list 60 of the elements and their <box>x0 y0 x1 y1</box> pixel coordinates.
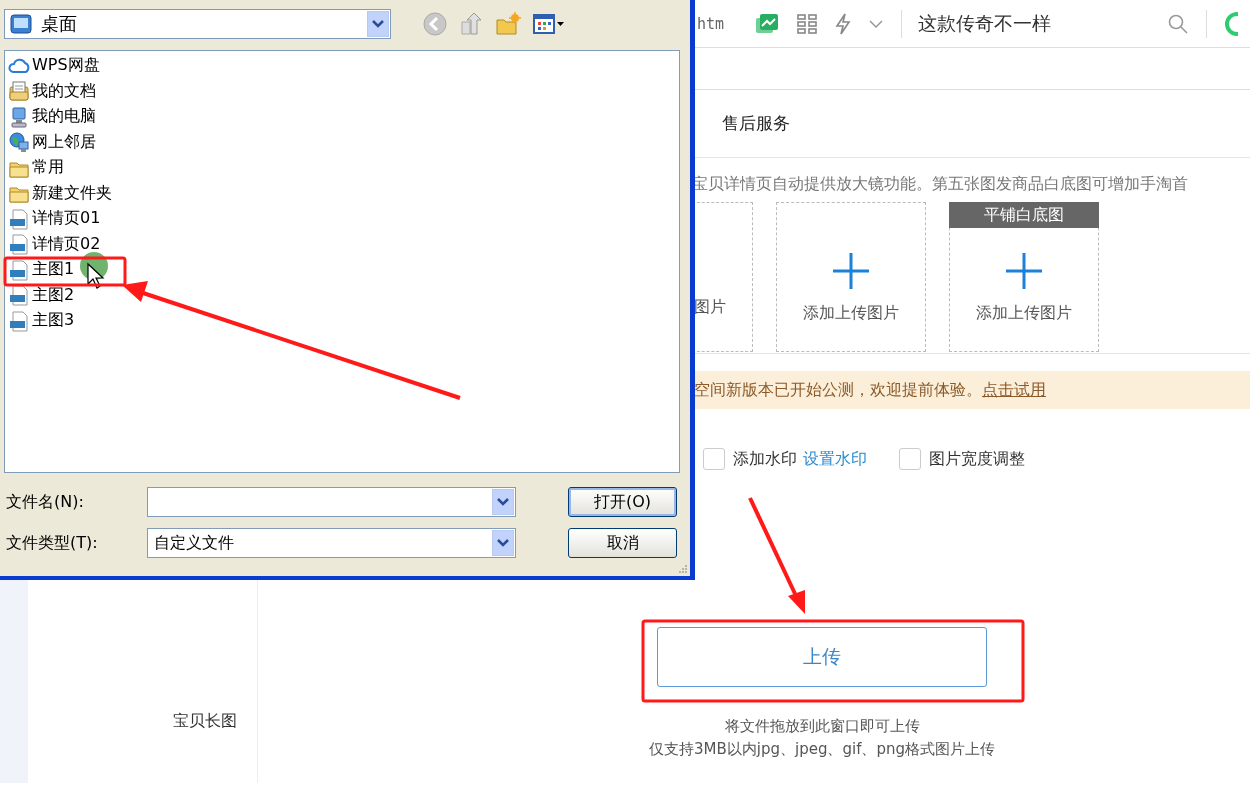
image-file-icon <box>8 284 30 307</box>
upload-hint: 仅支持3MB以内jpg、jpeg、gif、png格式图片上传 <box>649 739 995 760</box>
image-file-icon <box>8 233 30 256</box>
file-item[interactable]: 新建文件夹 <box>8 180 112 206</box>
file-item[interactable]: 详情页02 <box>8 231 101 257</box>
try-link[interactable]: 点击试用 <box>982 379 1046 399</box>
file-item[interactable]: 常用 <box>8 155 64 181</box>
checkbox[interactable] <box>703 448 725 470</box>
section-tab[interactable]: 售后服务 <box>722 112 790 135</box>
chevron-down-icon[interactable] <box>869 19 883 28</box>
back-icon[interactable] <box>423 12 447 36</box>
resize-grip-icon[interactable] <box>678 564 688 574</box>
computer-icon <box>8 105 30 128</box>
file-item[interactable]: 我的文档 <box>8 78 96 104</box>
search-icon[interactable] <box>1168 13 1188 34</box>
globe-icon <box>8 131 30 154</box>
image-file-icon <box>8 258 30 281</box>
row-label: 宝贝长图 <box>173 711 237 732</box>
chevron-down-icon <box>372 20 384 28</box>
chevron-down-icon <box>497 539 509 547</box>
grid-icon[interactable] <box>797 13 817 34</box>
checkbox[interactable] <box>899 448 921 470</box>
field-label: 文件类型(T): <box>6 532 99 554</box>
upload-hint: 将文件拖放到此窗口即可上传 <box>724 716 920 737</box>
file-item[interactable]: 主图3 <box>8 308 75 334</box>
file-name-field[interactable] <box>147 487 516 517</box>
notice-text: 空间新版本已开始公测，欢迎提前体验。点击试用 <box>694 379 1046 401</box>
field-label: 文件名(N): <box>6 491 85 513</box>
open-button[interactable]: 打开(O) <box>568 487 677 517</box>
image-file-icon <box>8 207 30 230</box>
file-type-dropdown[interactable]: 自定义文件 <box>147 528 516 558</box>
url-text: htm <box>697 14 726 33</box>
upload-button[interactable]: 上传 <box>657 627 987 687</box>
cancel-button[interactable]: 取消 <box>568 528 677 558</box>
plus-icon <box>1006 253 1042 289</box>
cursor-icon <box>87 262 105 289</box>
up-folder-icon[interactable] <box>459 12 483 36</box>
file-item[interactable]: 网上邻居 <box>8 129 96 155</box>
search-text[interactable]: 这款传奇不一样 <box>918 10 1168 37</box>
checkbox-label: 添加水印 <box>733 448 797 470</box>
plus-icon <box>833 253 869 289</box>
image-upload-slot[interactable]: 平铺白底图 添加上传图片 <box>949 202 1099 352</box>
slot-badge: 平铺白底图 <box>949 202 1099 228</box>
image-file-icon <box>8 309 30 332</box>
file-item[interactable]: 详情页01 <box>8 206 101 232</box>
view-menu-icon[interactable] <box>533 13 565 35</box>
file-item[interactable]: 主图2 <box>8 282 75 308</box>
picture-icon[interactable] <box>755 12 779 35</box>
desktop-icon <box>9 12 33 36</box>
location-dropdown[interactable]: 桌面 <box>4 9 391 39</box>
file-item[interactable]: WPS网盘 <box>8 53 100 79</box>
file-item[interactable]: 我的电脑 <box>8 104 96 130</box>
image-upload-slot[interactable]: 添加上传图片 <box>776 202 926 352</box>
watermark-settings-link[interactable]: 设置水印 <box>803 448 867 470</box>
checkbox-label: 图片宽度调整 <box>929 448 1025 470</box>
file-item[interactable]: 主图1 <box>8 257 75 283</box>
new-folder-icon[interactable] <box>495 12 521 36</box>
lightning-icon[interactable] <box>835 12 851 35</box>
chevron-down-icon <box>497 498 509 506</box>
document-folder-icon <box>8 80 30 103</box>
